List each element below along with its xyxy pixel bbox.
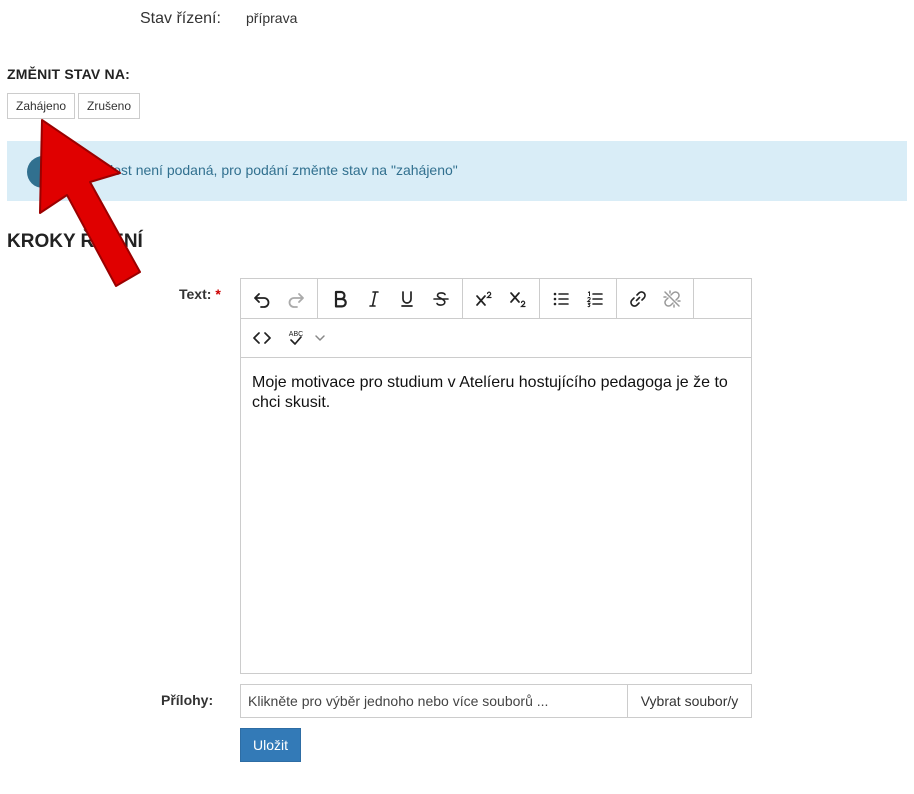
editor-toolbar-row-2: ABC	[241, 318, 751, 358]
unlink-button[interactable]	[657, 285, 687, 313]
bold-icon	[334, 290, 347, 308]
status-value: příprava	[246, 10, 298, 26]
attachments-label: Přílohy:	[161, 692, 214, 708]
file-select-input[interactable]: Klikněte pro výběr jednoho nebo více sou…	[240, 684, 628, 718]
required-mark: *	[215, 286, 221, 302]
steps-heading: KROKY ŘÍZENÍ	[7, 231, 143, 252]
undo-icon	[254, 293, 270, 308]
save-button[interactable]: Uložit	[240, 728, 301, 762]
bullet-list-button[interactable]	[546, 285, 576, 313]
bold-button[interactable]	[325, 285, 355, 313]
unlink-icon	[663, 290, 681, 308]
status-label: Stav řízení:	[140, 10, 221, 27]
toolbar-group-links	[617, 279, 694, 318]
info-alert: Žádost není podaná, pro podání změnte st…	[7, 141, 907, 201]
toolbar-group-formatting	[318, 279, 463, 318]
underline-button[interactable]	[392, 285, 422, 313]
state-button-zruseno[interactable]: Zrušeno	[78, 93, 140, 119]
editor-content-area[interactable]: Moje motivace pro studium v Atelíeru hos…	[252, 373, 740, 413]
strikethrough-icon	[433, 292, 449, 306]
strikethrough-button[interactable]	[426, 285, 456, 313]
info-icon	[27, 156, 59, 188]
chevron-down-icon	[315, 335, 325, 341]
choose-files-button[interactable]: Vybrat soubor/y	[627, 684, 752, 718]
underline-icon	[401, 291, 413, 307]
source-code-button[interactable]	[247, 324, 277, 352]
bullet-list-icon	[553, 292, 569, 306]
redo-icon	[288, 293, 304, 308]
toolbar-group-lists	[540, 279, 617, 318]
spellcheck-icon: ABC	[289, 331, 303, 345]
superscript-icon	[476, 291, 492, 306]
change-state-heading: ZMĚNIT STAV NA:	[7, 66, 131, 82]
text-label-text: Text:	[179, 286, 212, 302]
editor-toolbar-row-1	[241, 279, 751, 319]
state-button-zahajeno[interactable]: Zahájeno	[7, 93, 75, 119]
spellcheck-dropdown-button[interactable]	[307, 324, 333, 352]
subscript-button[interactable]	[503, 285, 533, 313]
numbered-list-button[interactable]	[580, 285, 610, 313]
toolbar-group-history	[241, 279, 318, 318]
code-icon	[253, 332, 271, 344]
link-button[interactable]	[623, 285, 653, 313]
undo-button[interactable]	[247, 285, 277, 313]
superscript-button[interactable]	[469, 285, 499, 313]
numbered-list-icon	[586, 291, 603, 308]
rich-text-editor: ABC Moje motivace pro studium v Atelíeru…	[240, 278, 752, 674]
info-alert-text: Žádost není podaná, pro podání změnte st…	[89, 162, 458, 178]
subscript-icon	[510, 292, 526, 308]
italic-button[interactable]	[359, 285, 389, 313]
redo-button[interactable]	[281, 285, 311, 313]
link-icon	[630, 291, 646, 307]
italic-icon	[369, 291, 379, 307]
text-field-label: Text: *	[179, 286, 221, 302]
toolbar-group-scripts	[463, 279, 540, 318]
